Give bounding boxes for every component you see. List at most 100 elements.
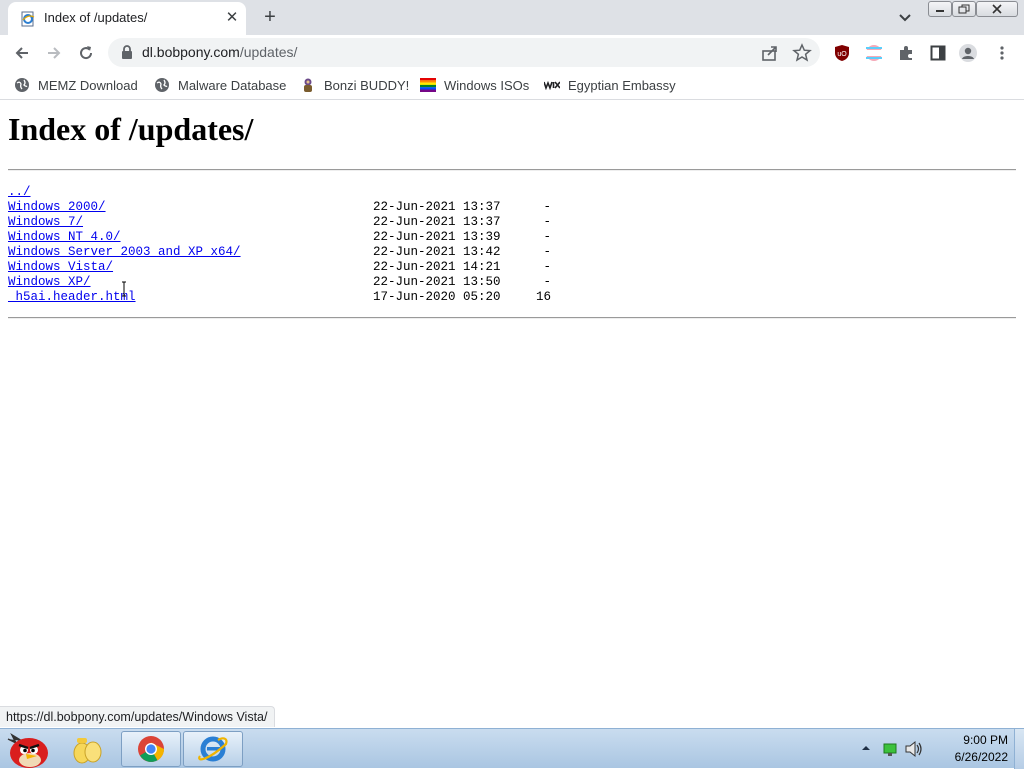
restore-icon	[958, 4, 970, 14]
file-size: -	[543, 260, 551, 274]
divider	[8, 169, 1016, 171]
tab-strip: Index of /updates/ ✕ +	[0, 0, 1024, 35]
globe-icon	[14, 77, 30, 93]
directory-link[interactable]: Windows XP/	[8, 275, 91, 290]
wix-icon	[544, 77, 560, 93]
close-icon	[992, 4, 1002, 14]
back-button[interactable]	[8, 39, 36, 67]
system-clock[interactable]: 9:00 PM 6/26/2022	[930, 732, 1008, 766]
chrome-icon	[138, 736, 165, 762]
new-tab-button[interactable]: +	[258, 5, 282, 29]
directory-link[interactable]: Windows 7/	[8, 215, 83, 230]
svg-text:uO: uO	[837, 51, 847, 58]
minimize-button[interactable]	[928, 1, 952, 17]
tab-title: Index of /updates/	[44, 10, 148, 25]
pride-extension-button[interactable]	[864, 43, 884, 63]
bookmark-bonzi-buddy[interactable]: Bonzi BUDDY!	[300, 76, 409, 94]
pride-extension-icon	[866, 45, 882, 61]
modified-date: 22-Jun-2021 13:50	[373, 275, 501, 289]
browser-tab[interactable]: Index of /updates/ ✕	[8, 2, 246, 35]
side-panel-button[interactable]	[928, 43, 948, 63]
share-icon[interactable]	[760, 43, 780, 63]
directory-link[interactable]: Windows Vista/	[8, 260, 113, 275]
file-size: -	[543, 275, 551, 289]
listing-row: Windows XP/ 22-Jun-2021 13:50 -	[8, 275, 608, 290]
show-desktop-button[interactable]	[1014, 729, 1024, 769]
listing-row: Windows Vista/ 22-Jun-2021 14:21 -	[8, 260, 608, 275]
file-size: -	[543, 215, 551, 229]
modified-date: 17-Jun-2020 05:20	[373, 290, 501, 304]
bookmarks-bar: MEMZ Download Malware Database Bonzi BUD…	[0, 70, 1024, 100]
listing-row: _h5ai.header.html 17-Jun-2020 05:20 16	[8, 290, 608, 305]
modified-date: 22-Jun-2021 13:39	[373, 230, 501, 244]
internet-explorer-icon	[198, 736, 228, 762]
taskbar-chrome[interactable]	[121, 731, 181, 767]
restore-button[interactable]	[952, 1, 976, 17]
taskbar-internet-explorer[interactable]	[183, 731, 243, 767]
divider	[8, 317, 1016, 319]
reload-button[interactable]	[72, 39, 100, 67]
bookmark-label: Windows ISOs	[444, 77, 530, 93]
ie-page-icon	[21, 11, 35, 27]
file-explorer-icon	[73, 738, 102, 764]
address-bar[interactable]: dl.bobpony.com/updates/	[108, 38, 820, 67]
angry-birds-start-icon[interactable]	[2, 729, 52, 769]
bookmark-memz-download[interactable]: MEMZ Download	[14, 76, 138, 94]
bookmark-label: Bonzi BUDDY!	[324, 77, 410, 93]
directory-listing: ../ Windows 2000/ 22-Jun-2021 13:37 - Wi…	[8, 185, 608, 305]
bookmark-malware-database[interactable]: Malware Database	[154, 76, 286, 94]
ublock-origin-icon: uO	[835, 45, 849, 61]
close-window-button[interactable]	[976, 1, 1018, 17]
forward-button[interactable]	[40, 39, 68, 67]
modified-date: 22-Jun-2021 13:42	[373, 245, 501, 259]
lock-icon[interactable]	[120, 45, 134, 60]
rainbow-flag-icon	[420, 77, 436, 93]
page-content: Index of /updates/ ../ Windows 2000/ 22-…	[0, 101, 1024, 727]
network-icon[interactable]	[882, 741, 898, 757]
show-hidden-icons-icon[interactable]	[860, 742, 872, 754]
directory-link[interactable]: Windows 2000/	[8, 200, 106, 215]
file-link[interactable]: _h5ai.header.html	[8, 290, 136, 305]
reload-icon	[80, 46, 93, 60]
listing-row: Windows NT 4.0/ 22-Jun-2021 13:39 -	[8, 230, 608, 245]
windows-taskbar: 9:00 PM 6/26/2022	[0, 728, 1024, 769]
bookmark-label: MEMZ Download	[38, 77, 138, 93]
url-text[interactable]: dl.bobpony.com/updates/	[142, 44, 297, 60]
text-cursor-icon	[122, 281, 126, 297]
forward-arrow-icon	[48, 47, 61, 59]
parent-directory-link[interactable]: ../	[8, 185, 31, 200]
bookmark-star-icon[interactable]	[792, 43, 812, 63]
bookmark-label: Egyptian Embassy	[568, 77, 676, 93]
page-title: Index of /updates/	[8, 111, 254, 147]
link-status-bubble: https://dl.bobpony.com/updates/Windows V…	[0, 706, 275, 727]
bonzi-icon	[300, 77, 316, 93]
extensions-button[interactable]	[896, 43, 916, 63]
file-size: 16	[535, 290, 551, 304]
bookmark-windows-isos[interactable]: Windows ISOs	[420, 76, 529, 94]
listing-row: Windows Server 2003 and XP x64/ 22-Jun-2…	[8, 245, 608, 260]
minimize-icon	[936, 10, 944, 12]
puzzle-extensions-icon	[900, 46, 912, 60]
listing-row: Windows 7/ 22-Jun-2021 13:37 -	[8, 215, 608, 230]
volume-icon[interactable]	[904, 740, 924, 758]
listing-row: ../	[8, 185, 608, 200]
modified-date: 22-Jun-2021 13:37	[373, 215, 501, 229]
file-size: -	[543, 245, 551, 259]
taskbar-file-explorer[interactable]	[58, 731, 118, 767]
profile-avatar-icon	[959, 44, 977, 62]
chrome-menu-button[interactable]	[992, 43, 1012, 63]
profile-button[interactable]	[958, 43, 978, 63]
kebab-menu-icon	[1000, 46, 1004, 60]
bookmark-egyptian-embassy[interactable]: Egyptian Embassy	[544, 76, 676, 94]
ublock-origin-button[interactable]: uO	[832, 43, 852, 63]
url-host: dl.bobpony.com	[142, 44, 240, 60]
directory-link[interactable]: Windows NT 4.0/	[8, 230, 121, 245]
clock-date: 6/26/2022	[954, 750, 1008, 764]
tab-search-chevron-icon[interactable]	[894, 6, 916, 28]
bookmark-label: Malware Database	[178, 77, 287, 93]
directory-link[interactable]: Windows Server 2003 and XP x64/	[8, 245, 241, 260]
modified-date: 22-Jun-2021 13:37	[373, 200, 501, 214]
browser-toolbar: dl.bobpony.com/updates/ uO	[0, 35, 1024, 70]
modified-date: 22-Jun-2021 14:21	[373, 260, 501, 274]
tab-close-icon[interactable]: ✕	[222, 8, 242, 28]
